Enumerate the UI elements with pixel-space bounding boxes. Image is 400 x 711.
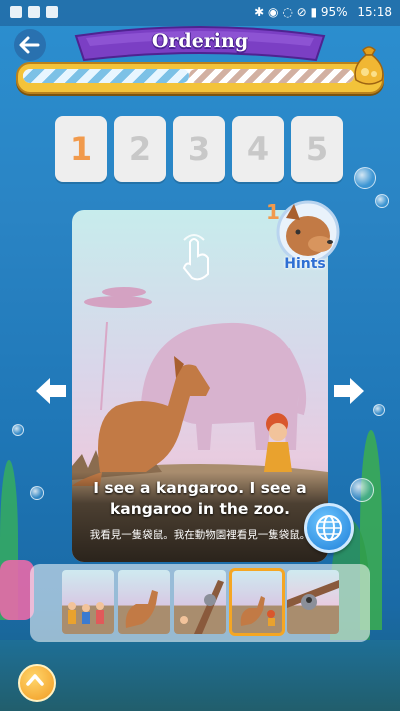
thumb-art [287, 580, 339, 610]
globe-icon [316, 515, 342, 541]
coral [0, 560, 34, 620]
thumb-art [68, 602, 104, 624]
title-banner: Ordering [72, 24, 328, 64]
bubble [350, 478, 374, 502]
thumbnail-koala-branch-scene[interactable] [287, 570, 339, 634]
caption-english: I see a kangaroo. I see a kangaroo in th… [93, 479, 307, 518]
step-box-5[interactable]: 5 [291, 116, 343, 182]
hints-button[interactable]: 1 Hints [266, 198, 342, 274]
bubble [375, 194, 389, 208]
step-number: 1 [69, 130, 93, 168]
thumb-art [125, 590, 158, 628]
thumbnail-group-scene[interactable] [62, 570, 114, 634]
progress-fill [23, 69, 189, 83]
step-box-4[interactable]: 4 [232, 116, 284, 182]
status-bar: ✱ ◉ ◌ ⊘ ▮ 95% 15:18 [0, 0, 400, 26]
status-indicators: ✱ ◉ ◌ ⊘ ▮ 95% 15:18 [254, 5, 392, 19]
translate-button[interactable] [304, 503, 354, 553]
sea-floor [0, 640, 400, 711]
step-box-2[interactable]: 2 [114, 116, 166, 182]
step-number: 2 [128, 130, 152, 168]
back-arrow-icon [14, 29, 46, 61]
tap-hand-icon [182, 234, 209, 281]
progress-bar [16, 62, 384, 94]
previous-arrow-button[interactable] [34, 374, 68, 408]
left-arrow-icon [36, 378, 66, 404]
back-button[interactable] [10, 28, 50, 62]
thumb-art [240, 596, 275, 626]
hints-label: Hints [284, 256, 326, 272]
bubble [354, 167, 376, 189]
caption-chinese: 我看見一隻袋鼠。我在動物園裡看見一隻袋鼠。 [89, 529, 311, 541]
chevron-up-icon [26, 674, 44, 686]
clock: 15:18 [357, 5, 392, 19]
right-arrow-icon [334, 378, 364, 404]
page-title: Ordering [151, 30, 249, 52]
step-number: 5 [305, 130, 329, 168]
bubble [30, 486, 44, 500]
status-icons: ✱ ◉ ◌ ⊘ ▮ [254, 5, 321, 19]
gallery-icon [28, 6, 40, 18]
image-icon [46, 6, 58, 18]
scroll-up-button[interactable] [18, 664, 56, 702]
money-bag-icon [350, 42, 388, 88]
hint-badge: 1 [266, 200, 280, 224]
thumbnail-koala-tree-scene[interactable] [174, 570, 226, 634]
thumbnail-kangaroo-small-scene[interactable] [229, 568, 285, 636]
progress-track [23, 69, 354, 83]
step-number: 3 [187, 130, 211, 168]
battery-level: 95% [320, 5, 348, 19]
progress-remaining [188, 69, 354, 83]
thumb-art [180, 580, 224, 634]
thumbnail-kangaroo-scene[interactable] [118, 570, 170, 634]
step-box-1[interactable]: 1 [55, 116, 107, 182]
notification-icon [10, 6, 22, 18]
step-number: 4 [246, 130, 270, 168]
bubble [12, 424, 24, 436]
step-box-3[interactable]: 3 [173, 116, 225, 182]
bubble [373, 404, 385, 416]
next-arrow-button[interactable] [332, 374, 366, 408]
